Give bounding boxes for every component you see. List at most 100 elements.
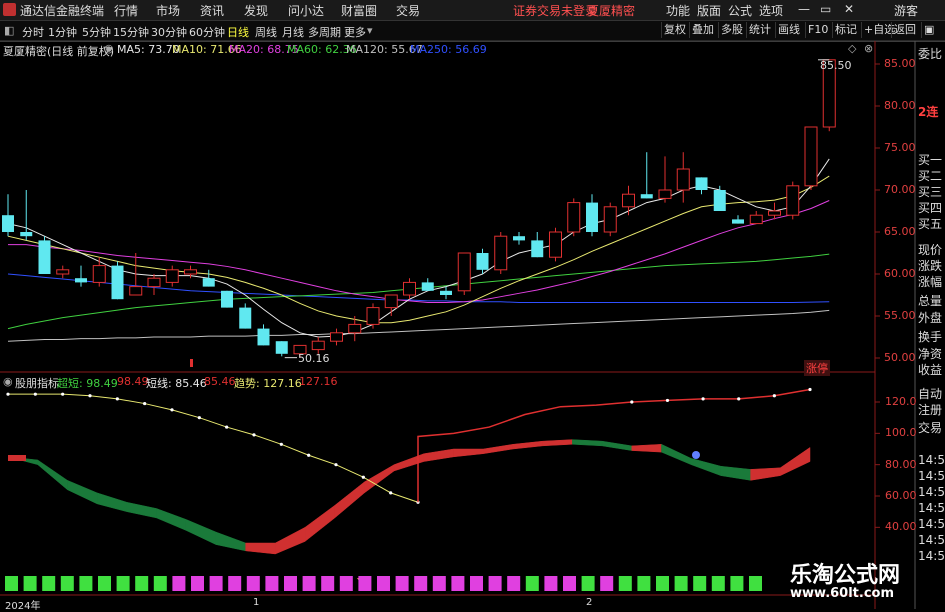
candle-body (257, 328, 270, 346)
candle-body (421, 282, 434, 291)
watermark-logo: 乐淘公式网 (790, 563, 901, 588)
candle-body (603, 206, 617, 233)
signal-square (209, 576, 223, 591)
date-label-month1: 1 (253, 597, 260, 608)
candle-body (92, 265, 106, 283)
candle-body (440, 290, 452, 295)
candle-body (311, 340, 325, 351)
sidebar-item: 外盘 (918, 311, 943, 325)
sidebar-item: 14:52 (918, 453, 945, 467)
sidebar-item: 委比 (918, 47, 943, 61)
candle-body (622, 193, 635, 208)
trend-dot (115, 397, 119, 401)
candle-body (165, 269, 179, 283)
signal-square (451, 576, 465, 591)
watermark-url: www.60lt.com (790, 586, 895, 601)
price-axis-label: 50.00 (884, 351, 916, 364)
trend-dot (279, 442, 283, 446)
high-price-label: 85.50 (820, 59, 852, 72)
candle-body (330, 332, 343, 342)
signal-square (618, 576, 632, 591)
ind-band-segment (156, 508, 187, 531)
sidebar-item: 14:53 (918, 485, 945, 499)
trend-dot-red (808, 387, 812, 392)
signal-square (172, 576, 186, 591)
ind-band-segment (690, 458, 722, 476)
price-chart[interactable] (0, 0, 945, 609)
sidebar-item: 买五 (918, 217, 943, 231)
signal-square (191, 576, 204, 591)
signal-square (5, 576, 18, 591)
ind-band-segment (572, 439, 603, 447)
indicator-name[interactable]: 股朋指标 (15, 375, 59, 391)
signal-square (246, 576, 260, 591)
candle-body (184, 269, 197, 275)
candle-body (804, 126, 818, 187)
sidebar-item: 买四 (918, 201, 943, 215)
candle-body (786, 185, 800, 216)
sidebar-item: 买三 (918, 185, 943, 199)
ind-band-segment (37, 459, 68, 491)
sidebar-item: 14:53 (918, 469, 945, 483)
signal-square (637, 576, 651, 591)
indicator-toggle-icon[interactable]: ◉ (3, 375, 13, 388)
price-axis-label: 75.00 (884, 141, 916, 154)
sidebar-item: 收益 (918, 363, 943, 377)
ind-short: 短线: 85.46 (146, 377, 207, 390)
ind-band-segment (512, 440, 543, 450)
ind-band-segment (542, 439, 573, 447)
signal-square (525, 576, 539, 591)
price-axis-label: 60.00 (884, 267, 916, 280)
signal-square (488, 576, 502, 591)
trend-dot (389, 491, 393, 495)
date-label-month2: 2 (586, 597, 593, 608)
price-axis-label: 55.00 (884, 309, 916, 322)
signal-square (600, 576, 614, 591)
ind-band-segment (720, 465, 751, 481)
candle-body (713, 190, 726, 211)
ind-trend-val: 127.16 (299, 375, 338, 388)
signal-square (507, 576, 521, 591)
candle-body (494, 235, 508, 271)
trend-dot-red (665, 398, 670, 403)
candle-body (457, 252, 471, 292)
ind-band-segment (245, 542, 276, 555)
ind-band-segment (423, 448, 454, 462)
signal-square (395, 576, 409, 591)
candle-body (749, 214, 763, 225)
sidebar-item: 交易 (918, 421, 943, 435)
candle-body (384, 294, 398, 309)
sidebar-item: 自动 (918, 387, 943, 401)
sidebar-item: 涨幅 (918, 275, 943, 289)
ind-band-segment (96, 492, 128, 512)
signal-square (358, 576, 372, 591)
ind-axis-label: 100.0 (885, 426, 917, 440)
trend-dot (6, 392, 10, 396)
candle-body (732, 219, 744, 224)
candle-body (513, 236, 525, 241)
ind-band-segment (453, 448, 484, 458)
signal-square (544, 576, 558, 591)
trend-dot (197, 416, 201, 420)
circle-marker (692, 451, 700, 459)
trend-dot-red (630, 400, 634, 404)
candle-body (366, 307, 380, 325)
signal-square (730, 576, 744, 591)
signal-square (42, 576, 56, 591)
signal-square (749, 576, 762, 591)
trend-dot-red (701, 397, 705, 401)
ind-axis-label: 60.00 (885, 489, 917, 502)
ind-band-segment (661, 443, 692, 466)
ind-band-segment (750, 467, 781, 481)
signal-square (581, 576, 595, 591)
sidebar-item: 2连 (918, 105, 939, 119)
price-axis-label: 65.00 (884, 225, 916, 238)
candle-body (56, 269, 70, 275)
signal-square (135, 576, 149, 591)
candle-body (640, 194, 653, 199)
ind-band-segment (215, 531, 246, 552)
ind-axis-label: 120.0 (885, 395, 917, 408)
price-axis-label: 85.00 (884, 57, 916, 70)
signal-square (284, 576, 297, 591)
signal-square (674, 576, 688, 591)
